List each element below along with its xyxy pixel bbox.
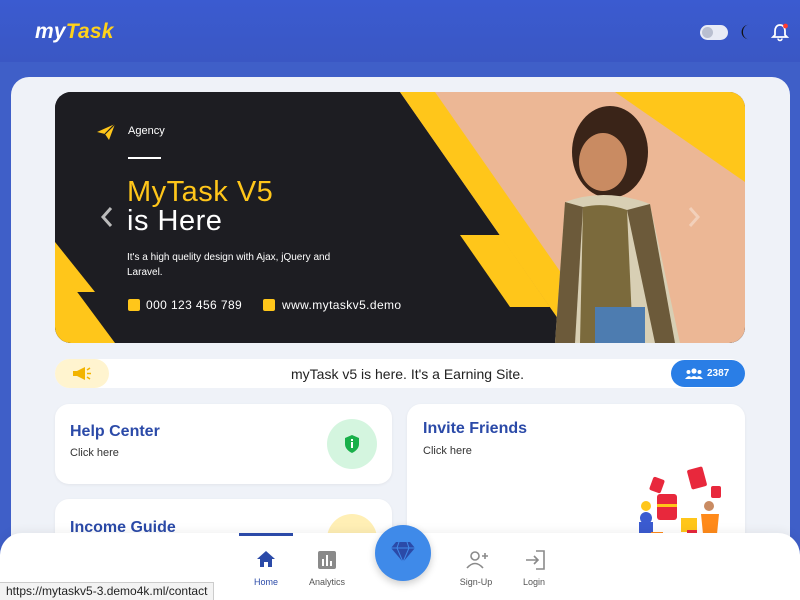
promo-banner[interactable]: Agency MyTask V5 is Here It's a high que… [55,92,745,343]
user-plus-icon [466,551,488,569]
shield-info-icon [345,435,359,453]
status-url: https://mytaskv5-3.demo4k.ml/contact [0,582,215,600]
login-icon [526,550,545,570]
invite-friends-title: Invite Friends [423,420,528,437]
phone-icon [128,299,140,311]
users-icon [685,368,703,379]
nav-active-indicator [239,533,293,536]
notice-bar: myTask v5 is here. It's a Earning Site. … [55,359,745,388]
help-icon-badge [327,419,377,469]
nav-home[interactable]: Home [239,533,293,600]
nav-analytics[interactable]: Analytics [300,533,354,600]
banner-website: www.mytaskv5.demo [282,298,402,312]
diamond-icon [391,541,415,564]
nav-home-label: Home [253,577,278,587]
nav-signup[interactable]: Sign-Up [449,533,503,600]
notice-text: myTask v5 is here. It's a Earning Site. [291,366,524,382]
brand-logo[interactable]: myTask [35,20,114,44]
web-icon [263,299,275,311]
banner-divider [128,157,161,159]
users-count: 2387 [707,368,730,379]
help-center-card[interactable]: Help Center Click here [55,404,392,484]
brand-suffix: Task [65,20,114,43]
bell-icon[interactable] [770,22,790,42]
top-bar: myTask [0,0,800,62]
banner-description: It's a high quelity design with Ajax, jQ… [127,252,331,278]
help-center-link[interactable]: Click here [70,447,119,459]
diamond-fab-button[interactable] [375,525,431,581]
help-center-title: Help Center [70,423,160,440]
theme-toggle[interactable] [700,25,728,40]
chart-icon [318,551,336,569]
prev-icon[interactable] [98,205,116,229]
banner-headline-2: is Here [127,205,223,237]
plane-icon [97,123,116,140]
nav-login[interactable]: Login [507,533,561,600]
megaphone-icon [73,367,91,380]
next-icon[interactable] [685,205,703,229]
megaphone-badge [55,359,109,388]
users-count-badge[interactable]: 2387 [671,360,745,387]
brand-prefix: my [35,20,66,43]
nav-analytics-label: Analytics [308,577,345,587]
invite-friends-link[interactable]: Click here [423,445,472,457]
nav-signup-label: Sign-Up [459,577,493,587]
moon-icon[interactable] [738,23,756,41]
nav-login-label: Login [522,577,546,587]
banner-tag: Agency [128,125,165,137]
banner-phone: 000 123 456 789 [146,298,243,312]
home-icon [257,551,275,567]
toggle-knob [702,27,713,38]
